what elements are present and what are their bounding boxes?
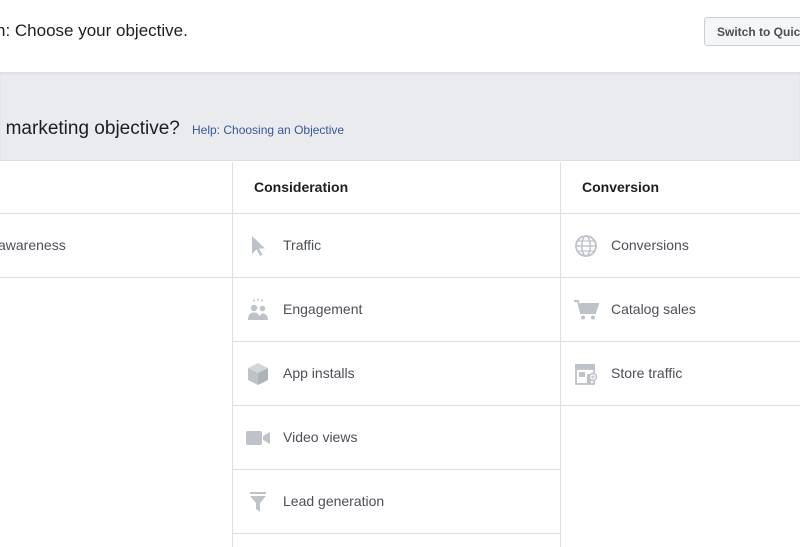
globe-icon: [573, 233, 599, 259]
switch-to-quick-creation-button[interactable]: Switch to Quick: [704, 17, 800, 46]
objective-label: Lead generation: [283, 493, 385, 509]
consideration-column: Consideration Traffic Engagement App ins…: [233, 162, 561, 547]
step-title: n: Choose your objective.: [0, 21, 188, 40]
help-choosing-objective-link[interactable]: Help: Choosing an Objective: [192, 123, 344, 137]
objective-engagement[interactable]: Engagement: [233, 278, 560, 342]
objective-lead-generation[interactable]: Lead generation: [233, 470, 560, 534]
objective-app-installs[interactable]: App installs: [233, 342, 560, 406]
awareness-column-header: [0, 162, 232, 214]
shopping-cart-icon: [573, 297, 599, 323]
consideration-column-header: Consideration: [233, 162, 560, 214]
awareness-column: awareness: [0, 162, 233, 547]
video-camera-icon: [245, 425, 271, 451]
conversion-column-header: Conversion: [561, 162, 800, 214]
objective-label: App installs: [283, 365, 355, 381]
objective-reach[interactable]: [0, 278, 232, 342]
objective-awareness[interactable]: awareness: [0, 214, 232, 278]
conversion-column: Conversion Conversions Catalog sales Sto…: [561, 162, 800, 547]
objective-traffic[interactable]: Traffic: [233, 214, 560, 278]
box-icon: [245, 361, 271, 387]
objective-catalog-sales[interactable]: Catalog sales: [561, 278, 800, 342]
objective-label: Video views: [283, 429, 358, 445]
objective-conversions[interactable]: Conversions: [561, 214, 800, 278]
objective-label: Store traffic: [611, 365, 683, 381]
objective-store-traffic[interactable]: Store traffic: [561, 342, 800, 406]
objective-question: r marketing objective?: [0, 118, 180, 139]
funnel-icon: [245, 489, 271, 515]
objective-video-views[interactable]: Video views: [233, 406, 560, 470]
objective-heading-band: r marketing objective? Help: Choosing an…: [0, 73, 800, 161]
objective-label: awareness: [0, 237, 66, 253]
objective-label: Catalog sales: [611, 301, 696, 317]
storefront-icon: [573, 361, 599, 387]
cursor-icon: [245, 233, 271, 259]
top-bar: n: Choose your objective. Switch to Quic…: [0, 0, 800, 73]
objective-label: Engagement: [283, 301, 363, 317]
objective-label: Conversions: [611, 237, 689, 253]
objective-label: Traffic: [283, 237, 322, 253]
people-icon: [245, 297, 271, 323]
